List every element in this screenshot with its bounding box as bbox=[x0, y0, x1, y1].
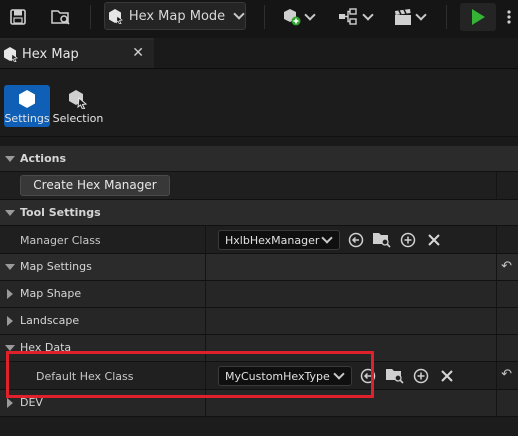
chevron-down-icon bbox=[415, 9, 427, 21]
chevron-down-icon bbox=[304, 9, 316, 21]
panel-tab-bar: Hex Map ✕ bbox=[0, 38, 518, 69]
column-divider bbox=[496, 172, 497, 199]
collapsed-arrow-icon bbox=[7, 316, 13, 326]
column-divider bbox=[205, 226, 206, 253]
create-hex-manager-button[interactable]: Create Hex Manager bbox=[20, 175, 170, 196]
add-icon[interactable] bbox=[413, 368, 429, 384]
column-divider bbox=[496, 281, 497, 307]
expand-arrow-icon bbox=[5, 264, 15, 270]
manager-class-label: Manager Class bbox=[20, 234, 101, 247]
browse-button[interactable] bbox=[46, 3, 76, 31]
category-tool-settings[interactable]: Tool Settings bbox=[0, 200, 518, 226]
chevron-down-icon bbox=[233, 8, 245, 20]
clear-icon[interactable] bbox=[440, 369, 454, 383]
column-divider bbox=[496, 308, 497, 334]
column-divider bbox=[205, 281, 206, 307]
toolbar-divider bbox=[264, 5, 265, 29]
toolbar-divider bbox=[446, 5, 447, 29]
save-icon bbox=[10, 9, 26, 25]
mode-selection-label: Selection bbox=[52, 112, 104, 125]
play-options-button[interactable] bbox=[500, 3, 518, 31]
expand-arrow-icon bbox=[5, 210, 15, 216]
category-map-shape-label: Map Shape bbox=[20, 287, 82, 300]
category-landscape-label: Landscape bbox=[20, 314, 80, 327]
mode-dropdown-label: Hex Map Mode bbox=[128, 8, 226, 24]
category-actions-label: Actions bbox=[20, 152, 66, 165]
add-actor-button[interactable] bbox=[278, 3, 318, 31]
hex-mode-icon bbox=[4, 47, 18, 62]
chevron-down-icon bbox=[362, 9, 374, 21]
blueprint-button[interactable] bbox=[334, 3, 376, 31]
blueprint-icon bbox=[339, 8, 357, 25]
mode-settings-button[interactable]: Settings bbox=[4, 85, 50, 127]
collapsed-arrow-icon bbox=[7, 398, 13, 408]
add-actor-icon bbox=[284, 9, 301, 26]
add-icon[interactable] bbox=[400, 232, 416, 248]
cinematics-button[interactable] bbox=[388, 3, 430, 31]
column-divider bbox=[496, 226, 497, 253]
cinematics-icon bbox=[395, 9, 411, 25]
column-divider bbox=[496, 390, 497, 416]
expand-arrow-icon bbox=[5, 156, 15, 162]
column-divider bbox=[496, 335, 497, 361]
toolbar-divider bbox=[90, 5, 91, 29]
main-toolbar: Hex Map Mode bbox=[0, 0, 518, 34]
hexagon-icon bbox=[19, 90, 35, 108]
play-button[interactable] bbox=[460, 3, 496, 31]
property-row-manager-class: Manager Class HxlbHexManager bbox=[0, 226, 518, 254]
manager-class-value: HxlbHexManager bbox=[225, 233, 320, 247]
reset-to-default-icon[interactable]: ↶ bbox=[501, 259, 512, 274]
column-divider bbox=[496, 254, 497, 280]
save-button[interactable] bbox=[4, 3, 32, 31]
close-icon[interactable]: ✕ bbox=[132, 45, 144, 61]
panel-divider bbox=[0, 136, 518, 146]
tab-title: Hex Map bbox=[22, 46, 79, 62]
hex-mode-icon bbox=[108, 9, 123, 24]
hex-select-icon bbox=[69, 90, 88, 109]
more-options-icon bbox=[507, 10, 511, 24]
category-map-settings-label: Map Settings bbox=[20, 260, 92, 273]
category-map-shape[interactable]: Map Shape bbox=[0, 281, 518, 308]
category-tool-settings-label: Tool Settings bbox=[20, 206, 101, 219]
column-divider bbox=[205, 308, 206, 334]
collapsed-arrow-icon bbox=[7, 289, 13, 299]
highlight-box bbox=[6, 351, 374, 398]
mode-dropdown[interactable]: Hex Map Mode bbox=[104, 2, 246, 30]
category-landscape[interactable]: Landscape bbox=[0, 308, 518, 335]
category-map-settings[interactable]: Map Settings ↶ bbox=[0, 254, 518, 281]
play-icon bbox=[472, 9, 485, 25]
mode-selection-button[interactable]: Selection bbox=[52, 85, 104, 127]
column-divider bbox=[205, 254, 206, 280]
category-actions[interactable]: Actions bbox=[0, 146, 518, 172]
column-divider bbox=[496, 362, 497, 389]
chevron-down-icon bbox=[321, 232, 333, 244]
use-selected-icon[interactable] bbox=[348, 232, 364, 248]
browse-icon[interactable] bbox=[385, 367, 405, 384]
browse-icon[interactable] bbox=[372, 231, 392, 248]
manager-class-dropdown[interactable]: HxlbHexManager bbox=[218, 230, 340, 250]
mode-settings-label: Settings bbox=[4, 112, 50, 125]
reset-to-default-icon[interactable]: ↶ bbox=[501, 367, 512, 382]
browse-icon bbox=[51, 10, 70, 25]
clear-icon[interactable] bbox=[427, 233, 441, 247]
tab-hex-map[interactable]: Hex Map ✕ bbox=[0, 38, 154, 68]
